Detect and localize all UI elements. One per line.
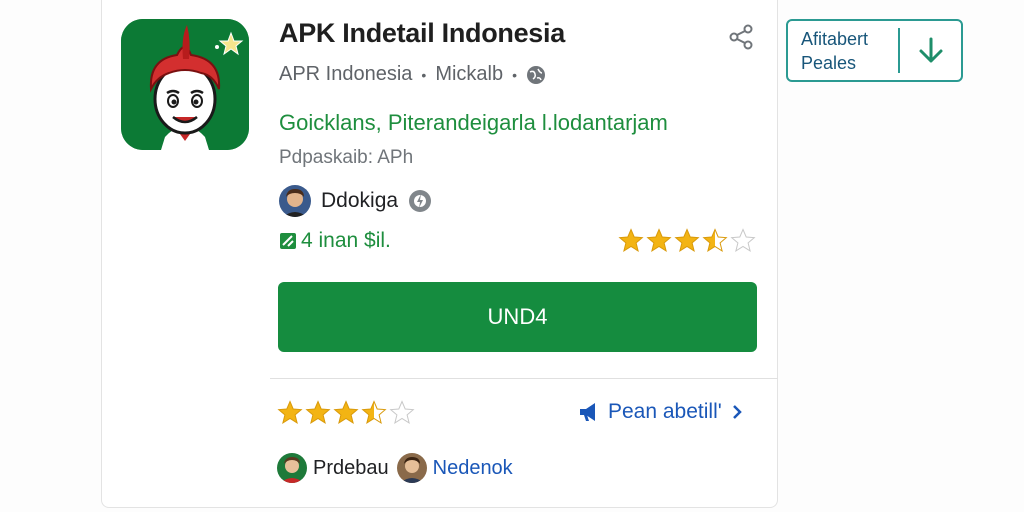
reviewer-item[interactable]: Nedenok (396, 453, 513, 483)
download-arrow-icon (919, 37, 942, 62)
install-count: 4 inan $il. (279, 229, 391, 253)
star-icon (361, 400, 387, 424)
chevron-right-icon (732, 405, 742, 419)
side-download-button[interactable]: Afitabert Peales (786, 19, 963, 82)
verified-icon (409, 190, 432, 212)
app-category[interactable]: Goicklans, Piterandeigarla l.lodantarjam (279, 110, 668, 136)
reviewer-list: Prdebau Nedenok (277, 453, 513, 483)
developer-line: APR Indonesia • Mickalb • (279, 63, 546, 86)
star-icon (730, 228, 756, 252)
megaphone-icon (580, 403, 595, 421)
app-icon[interactable] (121, 19, 249, 150)
installs-icon (280, 233, 296, 249)
author-name: Ddokiga (321, 189, 399, 212)
star-icon (333, 400, 359, 424)
side-line-1: Afitabert (801, 28, 869, 49)
star-icon (674, 228, 700, 252)
side-arrow-wrap (900, 35, 961, 67)
install-button[interactable]: UND4 (278, 282, 757, 352)
star-icon (618, 228, 644, 252)
separator-dot: • (512, 66, 518, 83)
reviewer-name: Nedenok (432, 456, 513, 479)
read-reviews-link[interactable]: Pean abetill' (578, 400, 744, 424)
rating-stars-bottom (277, 400, 415, 426)
side-line-2: Peales (801, 52, 857, 73)
star-icon (277, 400, 303, 424)
separator-dot: • (421, 66, 427, 83)
star-icon (389, 400, 415, 424)
reviewer-name: Prdebau (313, 456, 389, 479)
globe-icon[interactable] (526, 65, 546, 85)
reviewer-item[interactable]: Prdebau (277, 453, 389, 483)
read-reviews-label: Pean abetill' (608, 400, 722, 423)
star-icon (702, 228, 728, 252)
developer-name[interactable]: APR Indonesia (279, 63, 412, 86)
reviewer-avatar (396, 453, 427, 483)
section-divider (270, 378, 778, 379)
developer-location: Mickalb (435, 63, 504, 85)
star-icon (646, 228, 672, 252)
app-logo-icon (121, 19, 249, 150)
author-row[interactable]: Ddokiga (279, 185, 432, 217)
side-download-text: Afitabert Peales (788, 27, 898, 75)
star-icon (305, 400, 331, 424)
rating-stars-top (618, 228, 756, 254)
share-icon[interactable] (727, 23, 755, 51)
install-count-text: 4 inan $il. (301, 229, 391, 252)
package-name: Pdpaskaib: APh (279, 147, 414, 168)
app-title: APK Indetail Indonesia (279, 18, 565, 48)
author-avatar (279, 185, 311, 217)
reviewer-avatar (277, 453, 307, 483)
